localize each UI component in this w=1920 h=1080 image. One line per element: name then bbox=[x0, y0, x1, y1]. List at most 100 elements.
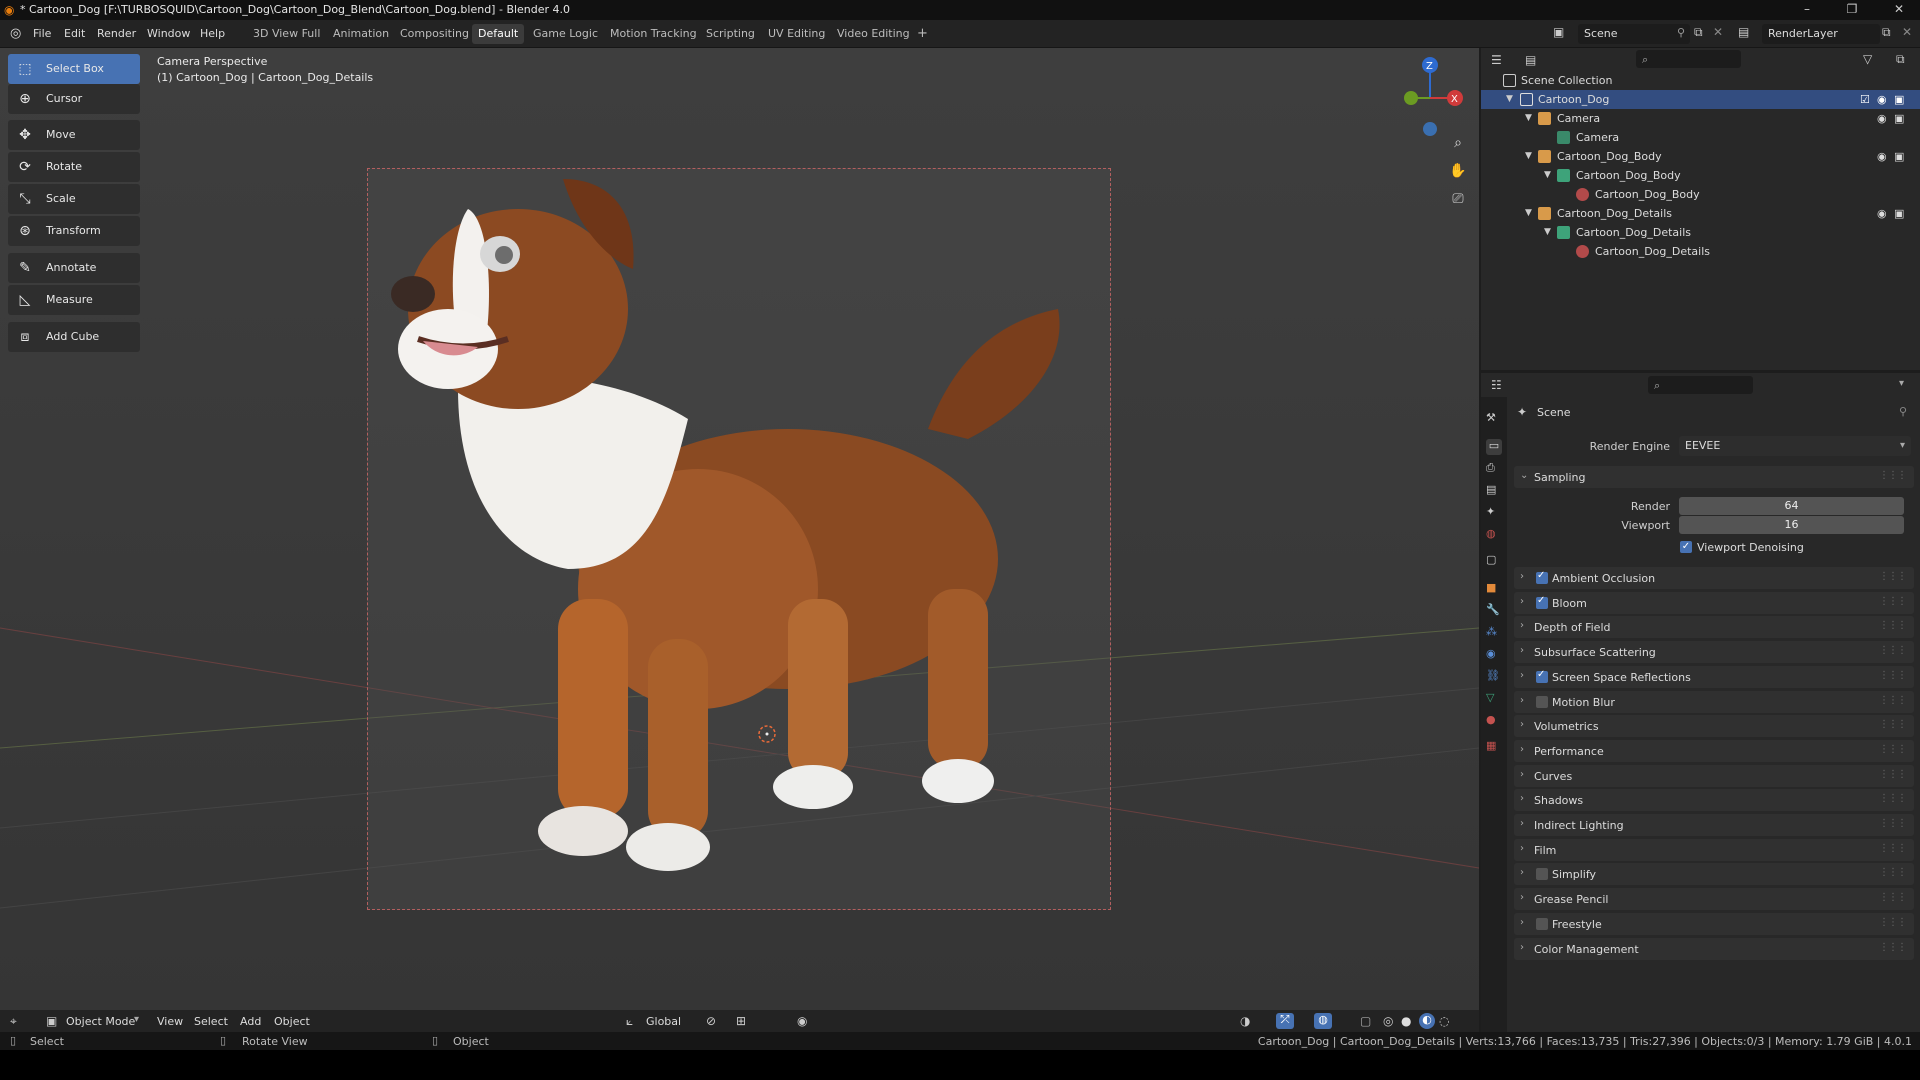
panel-curves[interactable]: › Curves ⋮⋮⋮ bbox=[1514, 765, 1914, 787]
delete-scene-icon[interactable]: ✕ bbox=[1713, 25, 1723, 39]
data-tab-icon[interactable]: ▽ bbox=[1486, 691, 1502, 707]
tab-3d-view-full[interactable]: 3D View Full bbox=[247, 24, 326, 44]
xray-icon[interactable]: ▢ bbox=[1360, 1014, 1371, 1028]
panel-checkbox[interactable] bbox=[1536, 868, 1548, 880]
drag-grip-icon[interactable]: ⋮⋮⋮ bbox=[1879, 620, 1907, 631]
tool-select-box[interactable]: ⬚ Select Box bbox=[8, 54, 140, 84]
menu-render[interactable]: Render bbox=[97, 27, 136, 40]
panel-grease-pencil[interactable]: › Grease Pencil ⋮⋮⋮ bbox=[1514, 888, 1914, 910]
wireframe-shading-icon[interactable]: ◎ bbox=[1383, 1014, 1393, 1028]
drag-grip-icon[interactable]: ⋮⋮⋮ bbox=[1879, 670, 1907, 681]
view-layer-tab-icon[interactable]: ▤ bbox=[1486, 483, 1502, 499]
panel-motion-blur[interactable]: › Motion Blur ⋮⋮⋮ bbox=[1514, 691, 1914, 713]
panel-simplify[interactable]: › Simplify ⋮⋮⋮ bbox=[1514, 863, 1914, 885]
camera-render-icon[interactable]: ▣ bbox=[1894, 147, 1904, 166]
panel-subsurface-scattering[interactable]: › Subsurface Scattering ⋮⋮⋮ bbox=[1514, 641, 1914, 663]
eye-icon[interactable]: ◉ bbox=[1877, 147, 1887, 166]
panel-ambient-occlusion[interactable]: › Ambient Occlusion ⋮⋮⋮ bbox=[1514, 567, 1914, 589]
checkbox-icon[interactable]: ☑ bbox=[1860, 90, 1870, 109]
drag-grip-icon[interactable]: ⋮⋮⋮ bbox=[1879, 470, 1907, 481]
tool-transform[interactable]: ⊛ Transform bbox=[8, 216, 140, 246]
editor-type-icon[interactable]: ⌖ bbox=[10, 1014, 17, 1029]
3d-cursor-icon[interactable] bbox=[756, 723, 778, 745]
menu-view[interactable]: View bbox=[157, 1015, 183, 1028]
eye-icon[interactable]: ◉ bbox=[1877, 90, 1887, 109]
blender-menu-icon[interactable]: ◎ bbox=[10, 26, 21, 41]
viewport-denoising-checkbox[interactable]: ✓ bbox=[1680, 541, 1692, 553]
expand-icon[interactable]: ▼ bbox=[1506, 90, 1513, 109]
navigation-gizmo[interactable]: Z X bbox=[1395, 53, 1465, 143]
dog-model[interactable] bbox=[368, 169, 1112, 911]
camera-view-icon[interactable]: ⎚ bbox=[1447, 188, 1469, 210]
tool-add-cube[interactable]: ⧈ Add Cube bbox=[8, 322, 140, 352]
tool-measure[interactable]: ◺ Measure bbox=[8, 285, 140, 315]
panel-checkbox[interactable] bbox=[1536, 696, 1548, 708]
material-tab-icon[interactable]: ● bbox=[1486, 713, 1502, 729]
tool-tab-icon[interactable]: ⚒ bbox=[1486, 411, 1502, 427]
tab-motion-tracking[interactable]: Motion Tracking bbox=[604, 24, 703, 44]
rendered-shading-icon[interactable]: ◌ bbox=[1439, 1014, 1449, 1028]
constraints-tab-icon[interactable]: ⛓ bbox=[1486, 669, 1502, 685]
menu-help[interactable]: Help bbox=[200, 27, 225, 40]
tab-animation[interactable]: Animation bbox=[327, 24, 395, 44]
expand-icon[interactable]: ▼ bbox=[1525, 204, 1532, 223]
drag-grip-icon[interactable]: ⋮⋮⋮ bbox=[1879, 917, 1907, 928]
chevron-down-icon[interactable]: ▾ bbox=[1899, 378, 1904, 389]
properties-search-input[interactable]: ⌕ bbox=[1648, 376, 1753, 394]
menu-object[interactable]: Object bbox=[274, 1015, 310, 1028]
drag-grip-icon[interactable]: ⋮⋮⋮ bbox=[1879, 892, 1907, 903]
outliner-search-input[interactable]: ⌕ bbox=[1636, 50, 1741, 68]
modifier-tab-icon[interactable]: 🔧 bbox=[1486, 603, 1502, 619]
tool-scale[interactable]: ⤡ Scale bbox=[8, 184, 140, 214]
drag-grip-icon[interactable]: ⋮⋮⋮ bbox=[1879, 843, 1907, 854]
drag-grip-icon[interactable]: ⋮⋮⋮ bbox=[1879, 695, 1907, 706]
gizmo-toggle-icon[interactable]: ⤱ bbox=[1276, 1013, 1294, 1029]
visibility-icon[interactable]: ◑ bbox=[1240, 1014, 1250, 1028]
scene-field[interactable]: Scene bbox=[1578, 24, 1690, 44]
tool-annotate[interactable]: ✎ Annotate bbox=[8, 253, 140, 283]
panel-film[interactable]: › Film ⋮⋮⋮ bbox=[1514, 839, 1914, 861]
new-collection-icon[interactable]: ⧉ bbox=[1896, 52, 1905, 67]
drag-grip-icon[interactable]: ⋮⋮⋮ bbox=[1879, 818, 1907, 829]
eye-icon[interactable]: ◉ bbox=[1877, 109, 1887, 128]
expand-icon[interactable]: ▼ bbox=[1525, 109, 1532, 128]
drag-grip-icon[interactable]: ⋮⋮⋮ bbox=[1879, 645, 1907, 656]
tab-uv-editing[interactable]: UV Editing bbox=[762, 24, 831, 44]
display-mode-icon[interactable]: ▤ bbox=[1525, 53, 1536, 67]
delete-renderlayer-icon[interactable]: ✕ bbox=[1902, 25, 1912, 39]
drag-grip-icon[interactable]: ⋮⋮⋮ bbox=[1879, 942, 1907, 953]
tool-cursor[interactable]: ⊕ Cursor bbox=[8, 84, 140, 114]
output-tab-icon[interactable]: ⎙ bbox=[1486, 461, 1502, 477]
particles-tab-icon[interactable]: ⁂ bbox=[1486, 625, 1502, 641]
menu-edit[interactable]: Edit bbox=[64, 27, 85, 40]
filter-icon[interactable]: ▽ bbox=[1863, 52, 1872, 66]
object-tab-icon[interactable]: ■ bbox=[1486, 581, 1502, 597]
pivot-icon[interactable]: ⊘ bbox=[706, 1014, 716, 1028]
close-icon[interactable]: ✕ bbox=[1892, 2, 1906, 16]
panel-performance[interactable]: › Performance ⋮⋮⋮ bbox=[1514, 740, 1914, 762]
tab-default[interactable]: Default bbox=[472, 24, 525, 44]
drag-grip-icon[interactable]: ⋮⋮⋮ bbox=[1879, 793, 1907, 804]
outliner-item[interactable]: ▼ Cartoon_Dog_Body ◉ ▣ bbox=[1481, 147, 1920, 166]
panel-checkbox[interactable] bbox=[1536, 570, 1548, 584]
panel-depth-of-field[interactable]: › Depth of Field ⋮⋮⋮ bbox=[1514, 616, 1914, 638]
outliner-item[interactable]: ▼ Cartoon_Dog_Details ◉ ▣ bbox=[1481, 204, 1920, 223]
renderlayer-type-icon[interactable]: ▤ bbox=[1738, 25, 1749, 39]
physics-tab-icon[interactable]: ◉ bbox=[1486, 647, 1502, 663]
panel-shadows[interactable]: › Shadows ⋮⋮⋮ bbox=[1514, 789, 1914, 811]
outliner-item[interactable]: Camera bbox=[1481, 128, 1920, 147]
drag-grip-icon[interactable]: ⋮⋮⋮ bbox=[1879, 571, 1907, 582]
panel-bloom[interactable]: › Bloom ⋮⋮⋮ bbox=[1514, 592, 1914, 614]
mode-dropdown[interactable]: Object Mode bbox=[66, 1015, 135, 1028]
renderlayer-field[interactable]: RenderLayer bbox=[1762, 24, 1880, 44]
properties-editor-icon[interactable]: ☷ bbox=[1491, 378, 1502, 392]
outliner-item[interactable]: ▼ Cartoon_Dog_Body bbox=[1481, 166, 1920, 185]
render-engine-dropdown[interactable]: EEVEE ▾ bbox=[1679, 436, 1911, 456]
material-shading-icon[interactable]: ◐ bbox=[1419, 1013, 1435, 1029]
panel-checkbox[interactable] bbox=[1536, 595, 1548, 609]
3d-viewport[interactable]: ⬚ Select Box ⊕ Cursor ✥ Move ⟳ Rotate ⤡ … bbox=[0, 48, 1479, 1010]
overlay-toggle-icon[interactable]: ◍ bbox=[1314, 1013, 1332, 1029]
pin-icon[interactable]: ⚲ bbox=[1899, 405, 1907, 418]
drag-grip-icon[interactable]: ⋮⋮⋮ bbox=[1879, 719, 1907, 730]
expand-icon[interactable]: ▼ bbox=[1525, 147, 1532, 166]
